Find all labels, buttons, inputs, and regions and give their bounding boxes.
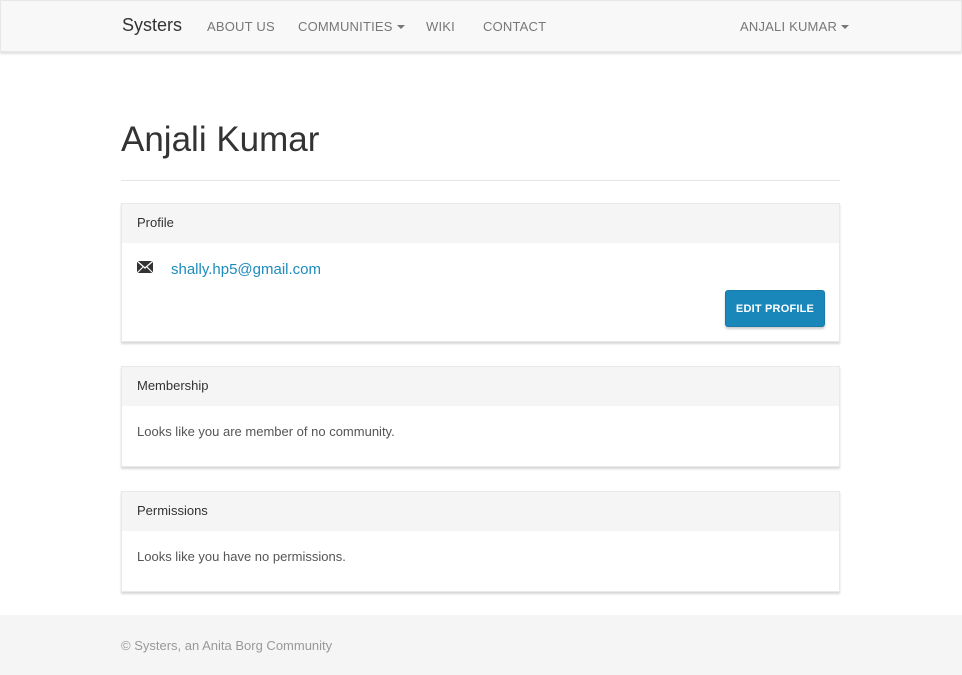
nav-contact[interactable]: CONTACT: [483, 19, 546, 34]
user-menu-dropdown[interactable]: ANJALI KUMAR: [740, 19, 850, 34]
profile-panel-heading: Profile: [122, 204, 839, 243]
page-footer: © Systers, an Anita Borg Community: [0, 615, 962, 675]
permissions-panel-heading: Permissions: [122, 492, 839, 531]
nav-wiki[interactable]: WIKI: [426, 19, 455, 34]
edit-profile-button[interactable]: EDIT PROFILE: [725, 290, 825, 327]
nav-communities-dropdown[interactable]: COMMUNITIES: [298, 19, 405, 34]
footer-copyright: © Systers, an Anita Borg Community: [121, 638, 333, 653]
email-link[interactable]: shally.hp5@gmail.com: [171, 261, 321, 278]
membership-panel-heading: Membership: [122, 367, 839, 406]
top-navbar: Systers ABOUT US COMMUNITIES WIKI CONTAC…: [0, 0, 962, 52]
nav-about-us-label: ABOUT US: [207, 19, 275, 34]
profile-panel: Profile shally.hp5@gmail.com EDIT PROFIL…: [121, 203, 840, 342]
nav-contact-label: CONTACT: [483, 19, 547, 34]
permissions-panel: Permissions Looks like you have no permi…: [121, 491, 840, 592]
nav-communities-label: COMMUNITIES: [298, 19, 393, 34]
membership-text: Looks like you are member of no communit…: [137, 424, 395, 439]
user-menu-label: ANJALI KUMAR: [740, 19, 838, 34]
nav-wiki-label: WIKI: [426, 19, 455, 34]
caret-down-icon: [841, 25, 850, 29]
caret-down-icon: [396, 25, 405, 29]
permissions-text: Looks like you have no permissions.: [137, 549, 346, 564]
membership-panel: Membership Looks like you are member of …: [121, 366, 840, 467]
brand-link[interactable]: Systers: [122, 15, 182, 36]
title-divider: [121, 180, 840, 181]
nav-about-us[interactable]: ABOUT US: [207, 19, 275, 34]
envelope-icon: [137, 261, 153, 273]
page-title: Anjali Kumar: [121, 120, 320, 159]
